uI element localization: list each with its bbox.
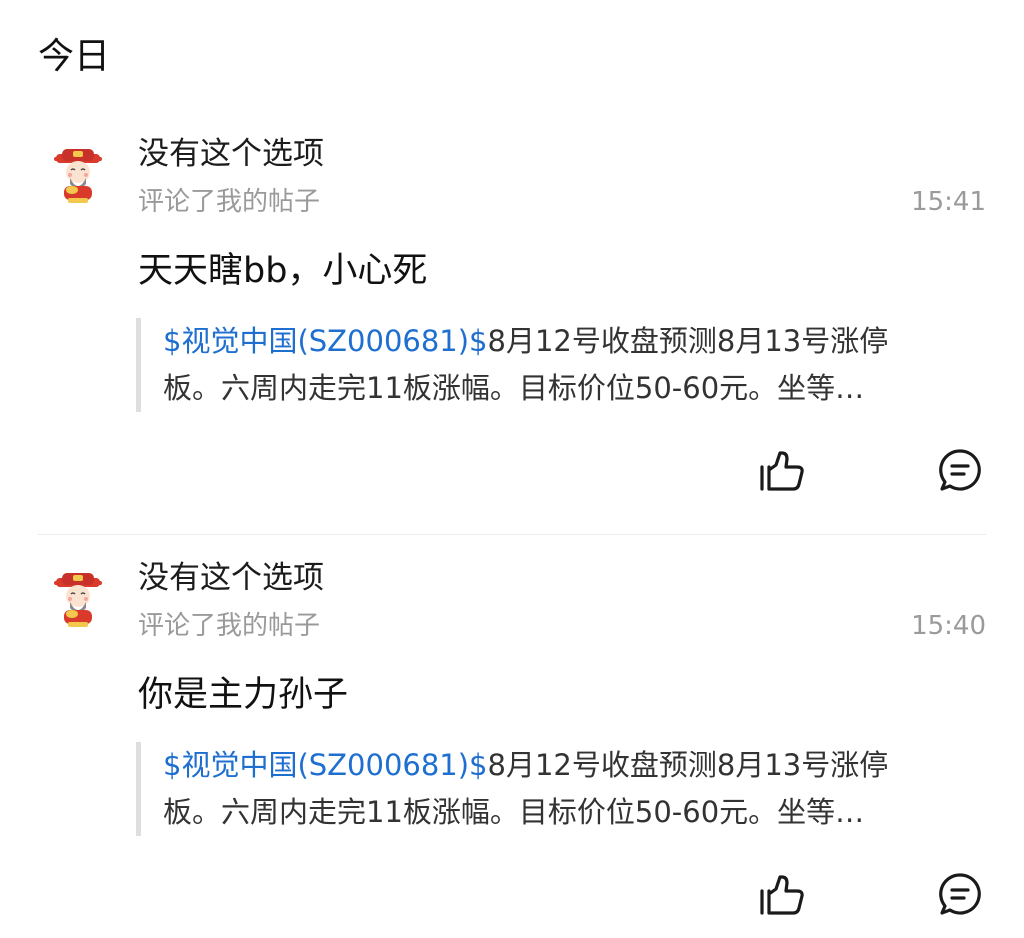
comment-text: 你是主力孙子 <box>138 675 349 715</box>
reply-button[interactable] <box>936 446 984 494</box>
stock-link[interactable]: $视觉中国(SZ000681)$ <box>163 748 488 782</box>
comment-bubble-icon <box>939 873 981 915</box>
notifications-page: 今日 没有这个选项 评论了我的帖子 15:41 天天瞎bb，小心死 $视觉中国(… <box>0 0 1024 938</box>
thumbs-up-icon <box>760 875 804 915</box>
quote-text: 8月12号收盘预测8月13号涨停 <box>487 748 889 782</box>
quote-text: 8月12号收盘预测8月13号涨停 <box>487 324 889 358</box>
god-of-wealth-avatar-icon <box>54 149 102 203</box>
timestamp: 15:41 <box>911 187 986 217</box>
quoted-post[interactable]: $视觉中国(SZ000681)$8月12号收盘预测8月13号涨停 板。六周内走完… <box>136 318 986 412</box>
thumbs-up-icon <box>760 451 804 491</box>
god-of-wealth-avatar-icon <box>54 573 102 627</box>
quoted-post[interactable]: $视觉中国(SZ000681)$8月12号收盘预测8月13号涨停 板。六周内走完… <box>136 742 986 836</box>
divider <box>38 534 986 535</box>
quote-line-1: $视觉中国(SZ000681)$8月12号收盘预测8月13号涨停 <box>163 318 986 365</box>
username[interactable]: 没有这个选项 <box>138 132 324 176</box>
action-text: 评论了我的帖子 <box>138 187 321 217</box>
comment-bubble-icon <box>939 449 981 491</box>
comment-text: 天天瞎bb，小心死 <box>138 251 428 291</box>
like-button[interactable] <box>756 870 806 920</box>
action-text: 评论了我的帖子 <box>138 611 321 641</box>
notification-item[interactable]: 没有这个选项 评论了我的帖子 15:40 你是主力孙子 $视觉中国(SZ0006… <box>0 542 1024 938</box>
section-title-today: 今日 <box>38 36 111 77</box>
quote-line-1: $视觉中国(SZ000681)$8月12号收盘预测8月13号涨停 <box>163 742 986 789</box>
quote-line-2: 板。六周内走完11板涨幅。目标价位50-60元。坐等… <box>163 371 865 405</box>
quote-line-2: 板。六周内走完11板涨幅。目标价位50-60元。坐等… <box>163 795 865 829</box>
username[interactable]: 没有这个选项 <box>138 556 324 600</box>
reply-button[interactable] <box>936 870 984 918</box>
timestamp: 15:40 <box>911 611 986 641</box>
notification-item[interactable]: 没有这个选项 评论了我的帖子 15:41 天天瞎bb，小心死 $视觉中国(SZ0… <box>0 118 1024 538</box>
like-button[interactable] <box>756 446 806 496</box>
avatar[interactable] <box>52 148 104 204</box>
avatar[interactable] <box>52 572 104 628</box>
stock-link[interactable]: $视觉中国(SZ000681)$ <box>163 324 488 358</box>
